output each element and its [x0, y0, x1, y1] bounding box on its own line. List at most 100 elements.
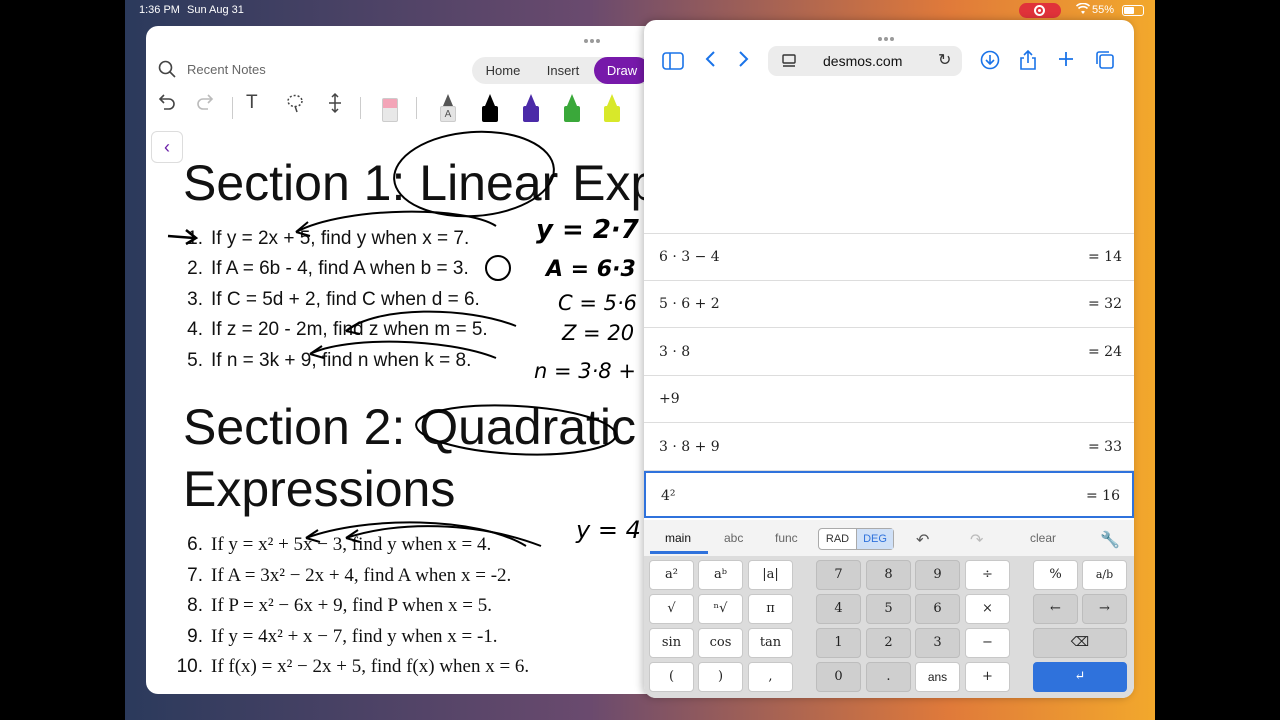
undo-icon[interactable]: [156, 92, 182, 122]
active-tab-indicator: [650, 551, 708, 554]
key-multiply[interactable]: ×: [965, 594, 1010, 624]
rad-button[interactable]: RAD: [819, 529, 856, 549]
key-0[interactable]: 0: [816, 662, 861, 692]
keypad-tab-func[interactable]: func: [775, 531, 798, 545]
deg-button[interactable]: DEG: [856, 529, 893, 549]
ink-annotations: y = 2·7 A = 6·3 − C = 5·6 Z = 20 n = 3·8…: [167, 130, 662, 547]
tabs-overview-icon[interactable]: [1095, 50, 1115, 74]
expression-row[interactable]: 3 · 8 = 24: [644, 329, 1134, 376]
record-icon: [1034, 5, 1045, 16]
expression-list[interactable]: 6 · 3 − 4 = 14 5 · 6 + 2 = 32 3 · 8 = 24 +9…: [644, 86, 1134, 520]
clear-button[interactable]: clear: [1030, 531, 1056, 545]
key-6[interactable]: 6: [915, 594, 960, 624]
share-icon[interactable]: [1019, 49, 1037, 73]
toolbar-divider: [360, 97, 361, 119]
key-enter[interactable]: ↵: [1033, 662, 1127, 692]
status-bar: 1:36 PM Sun Aug 31 55%: [125, 0, 1155, 22]
handwriting-note: y = 2·7: [536, 215, 640, 245]
key-8[interactable]: 8: [866, 560, 911, 590]
ribbon-tabs: Home Insert Draw: [472, 57, 666, 84]
key-comma[interactable]: ,: [748, 662, 793, 692]
note-canvas[interactable]: Section 1: Linear Exp 1. If y = 2x + 5, f…: [146, 126, 666, 694]
battery-percent: 55%: [1092, 4, 1115, 16]
key-plus[interactable]: +: [965, 662, 1010, 692]
eraser-icon[interactable]: [380, 94, 400, 124]
highlighter-icon[interactable]: [602, 94, 622, 124]
download-icon[interactable]: [980, 50, 1000, 74]
key-close-paren[interactable]: ): [698, 662, 743, 692]
key-4[interactable]: 4: [816, 594, 861, 624]
key-backspace[interactable]: ⌫: [1033, 628, 1127, 658]
key-divide[interactable]: ÷: [965, 560, 1010, 590]
address-bar[interactable]: desmos.com ↻: [768, 46, 962, 76]
key-square[interactable]: a²: [649, 560, 694, 590]
undo-icon[interactable]: ↶: [916, 530, 929, 550]
key-sin[interactable]: sin: [649, 628, 694, 658]
key-ans[interactable]: ans: [915, 662, 960, 692]
key-power[interactable]: aᵇ: [698, 560, 743, 590]
key-minus[interactable]: −: [965, 628, 1010, 658]
wifi-icon: [1075, 2, 1091, 18]
key-left-arrow[interactable]: ←: [1033, 594, 1078, 624]
handwriting-note: Z = 20: [561, 321, 634, 345]
status-time: 1:36 PM: [139, 4, 180, 16]
screen-recording-indicator[interactable]: [1019, 3, 1061, 18]
expression-row[interactable]: +9: [644, 376, 1134, 423]
keypad-tabs: main abc func RAD DEG ↶ ↷ clear 🔧: [644, 520, 1134, 556]
settings-wrench-icon[interactable]: 🔧: [1100, 530, 1120, 550]
key-right-arrow[interactable]: →: [1082, 594, 1127, 624]
new-tab-icon[interactable]: [1057, 50, 1075, 74]
key-3[interactable]: 3: [915, 628, 960, 658]
key-7[interactable]: 7: [816, 560, 861, 590]
handwriting-note: n = 3·8 +: [534, 359, 636, 383]
draw-toolbar: T A: [146, 92, 666, 126]
page-menu-icon[interactable]: [782, 54, 796, 73]
sidebar-icon[interactable]: [662, 52, 684, 76]
expression-row[interactable]: 3 · 8 + 9 = 33: [644, 424, 1134, 471]
expression-blank[interactable]: [644, 86, 1134, 234]
redo-icon[interactable]: [194, 92, 220, 122]
handwriting-note: y = 4: [575, 516, 641, 544]
key-2[interactable]: 2: [866, 628, 911, 658]
notes-window: Recent Notes Home Insert Draw T A ‹ Sect…: [146, 26, 666, 694]
search-icon: [158, 60, 176, 78]
key-nth-root[interactable]: ⁿ√: [698, 594, 743, 624]
forward-arrow-icon[interactable]: [738, 50, 750, 74]
key-open-paren[interactable]: (: [649, 662, 694, 692]
key-pi[interactable]: π: [748, 594, 793, 624]
keypad-tab-abc[interactable]: abc: [724, 531, 743, 545]
key-fraction[interactable]: a/b: [1082, 560, 1127, 590]
window-handle-icon[interactable]: [584, 30, 604, 43]
expression-row-active[interactable]: 4² = 16: [644, 471, 1134, 518]
key-tan[interactable]: tan: [748, 628, 793, 658]
tab-insert[interactable]: Insert: [534, 57, 592, 84]
reload-icon[interactable]: ↻: [938, 50, 951, 70]
redo-icon[interactable]: ↷: [970, 530, 983, 550]
black-pen-icon[interactable]: [480, 94, 500, 124]
expression-row[interactable]: 6 · 3 − 4 = 14: [644, 234, 1134, 281]
window-handle-icon[interactable]: [878, 28, 898, 41]
ipad-screen: 1:36 PM Sun Aug 31 55% Recent Notes Home…: [125, 0, 1155, 720]
purple-pen-icon[interactable]: [521, 94, 541, 124]
pencil-icon[interactable]: A: [438, 94, 458, 124]
lasso-select-icon[interactable]: [284, 92, 310, 122]
text-tool-icon[interactable]: T: [246, 92, 272, 122]
expression-row[interactable]: 5 · 6 + 2 = 32: [644, 281, 1134, 328]
recent-notes-label: Recent Notes: [187, 62, 266, 77]
back-arrow-icon[interactable]: [704, 50, 716, 74]
key-percent[interactable]: %: [1033, 560, 1078, 590]
key-1[interactable]: 1: [816, 628, 861, 658]
tab-home[interactable]: Home: [474, 57, 532, 84]
key-abs[interactable]: |a|: [748, 560, 793, 590]
battery-level: [1124, 7, 1134, 14]
key-9[interactable]: 9: [915, 560, 960, 590]
key-sqrt[interactable]: √: [649, 594, 694, 624]
tab-draw[interactable]: Draw: [594, 57, 650, 84]
insert-space-icon[interactable]: [324, 92, 350, 122]
key-5[interactable]: 5: [866, 594, 911, 624]
key-decimal[interactable]: .: [866, 662, 911, 692]
url-text: desmos.com: [823, 53, 903, 69]
keypad-tab-main[interactable]: main: [665, 531, 691, 545]
green-pen-icon[interactable]: [562, 94, 582, 124]
key-cos[interactable]: cos: [698, 628, 743, 658]
